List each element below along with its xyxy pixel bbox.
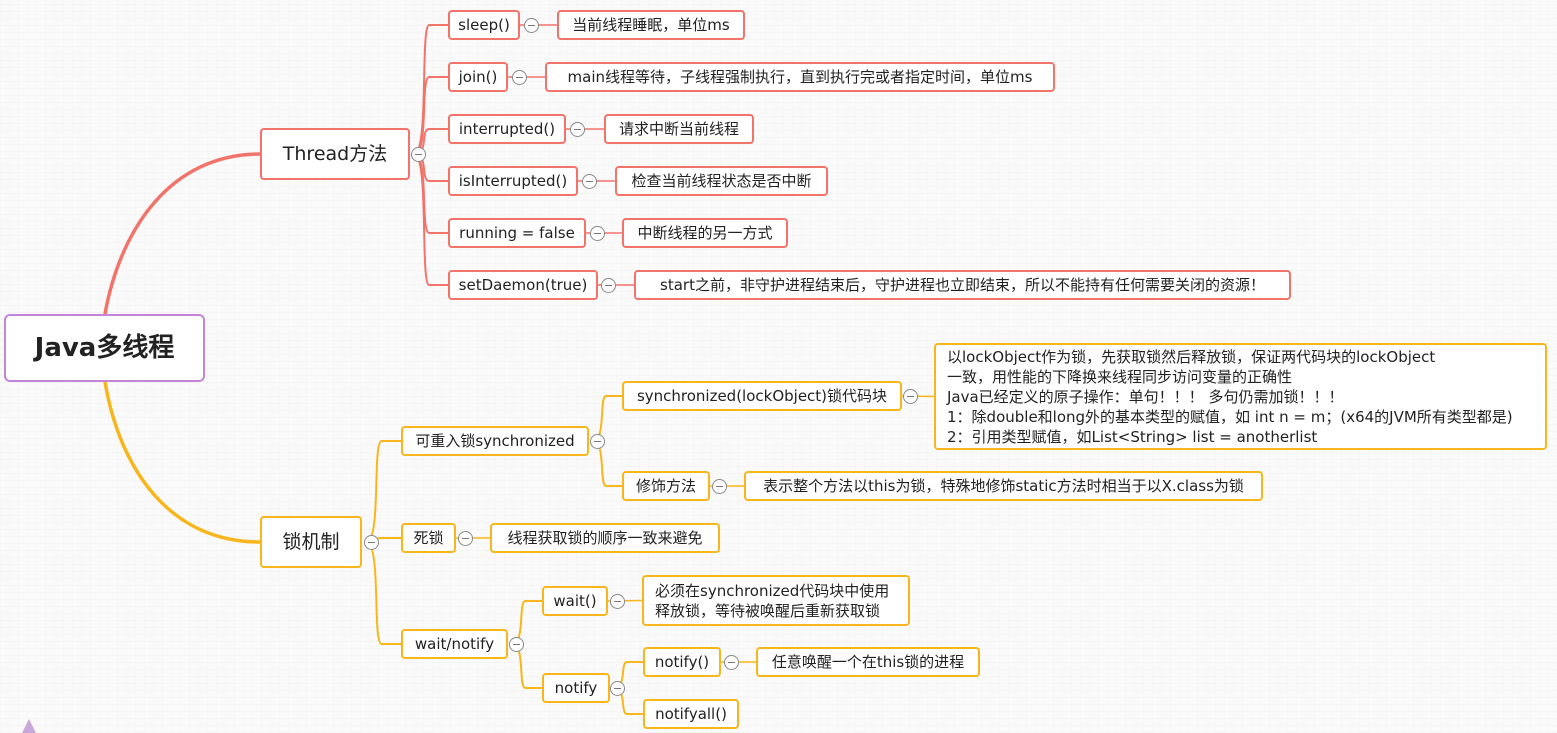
topic-setdaemon[interactable]: setDaemon(true): [448, 270, 598, 300]
topic-lock-mechanism[interactable]: 锁机制: [260, 516, 362, 568]
collapse-isinterrupted-icon[interactable]: [582, 174, 597, 189]
branch-line-thread-method: [413, 153, 449, 286]
collapse-interrupted-icon[interactable]: [570, 122, 585, 137]
topic-deadlock[interactable]: 死锁: [401, 523, 456, 553]
note-notify-one[interactable]: 任意唤醒一个在this锁的进程: [756, 647, 980, 677]
branch-line-root-thread: [103, 152, 262, 316]
root-topic[interactable]: Java多线程: [4, 314, 205, 382]
mind-map-canvas: Java多线程 Thread方法 sleep() 当前线程睡眠，单位ms joi…: [0, 0, 1557, 733]
note-deadlock[interactable]: 线程获取锁的顺序一致来避免: [490, 523, 720, 553]
topic-isinterrupted[interactable]: isInterrupted(): [448, 166, 578, 196]
note-join[interactable]: main线程等待，子线程强制执行，直到执行完或者指定时间，单位ms: [545, 62, 1055, 92]
note-synchronized-block[interactable]: 以lockObject作为锁，先获取锁然后释放锁，保证两代码块的lockObje…: [934, 343, 1547, 450]
topic-wait-notify[interactable]: wait/notify: [401, 629, 508, 659]
collapse-setdaemon-icon[interactable]: [601, 278, 616, 293]
collapse-modify-method-icon[interactable]: [712, 479, 727, 494]
note-setdaemon[interactable]: start之前，非守护进程结束后，守护进程也立即结束，所以不能持有任何需要关闭的…: [634, 270, 1291, 300]
topic-thread-methods[interactable]: Thread方法: [260, 128, 410, 180]
topic-notify-all[interactable]: notifyall(): [643, 699, 739, 729]
topic-notify-one[interactable]: notify(): [643, 647, 721, 677]
topic-sleep[interactable]: sleep(): [448, 10, 520, 40]
branch-line-thread-method: [413, 24, 449, 155]
note-isinterrupted[interactable]: 检查当前线程状态是否中断: [615, 166, 828, 196]
collapse-reentrant-lock-icon[interactable]: [590, 434, 605, 449]
corner-marker-icon: [22, 719, 36, 733]
collapse-sleep-icon[interactable]: [524, 18, 539, 33]
note-running-false[interactable]: 中断线程的另一方式: [622, 218, 788, 248]
collapse-synchronized-block-icon[interactable]: [903, 389, 918, 404]
collapse-running-false-icon[interactable]: [590, 226, 605, 241]
collapse-thread-methods-icon[interactable]: [411, 147, 426, 162]
collapse-deadlock-icon[interactable]: [458, 531, 473, 546]
topic-join[interactable]: join(): [448, 62, 508, 92]
branch-line-thread-method: [413, 153, 449, 234]
branch-line-root-lock: [103, 380, 262, 544]
collapse-wait-icon[interactable]: [610, 594, 625, 609]
topic-modify-method[interactable]: 修饰方法: [622, 471, 710, 501]
note-wait[interactable]: 必须在synchronized代码块中使用 释放锁，等待被唤醒后重新获取锁: [642, 575, 910, 626]
topic-notify[interactable]: notify: [542, 673, 610, 703]
branch-line-thread-method: [413, 76, 449, 155]
collapse-wait-notify-icon[interactable]: [509, 637, 524, 652]
note-interrupted[interactable]: 请求中断当前线程: [604, 114, 754, 144]
topic-running-false[interactable]: running = false: [448, 218, 586, 248]
branch-line-lock-waitnotify: [365, 541, 402, 645]
note-modify-method[interactable]: 表示整个方法以this为锁，特殊地修饰static方法时相当于以X.class为…: [744, 471, 1263, 501]
topic-synchronized-block[interactable]: synchronized(lockObject)锁代码块: [622, 381, 902, 411]
collapse-join-icon[interactable]: [512, 70, 527, 85]
note-sleep[interactable]: 当前线程睡眠，单位ms: [557, 10, 745, 40]
topic-interrupted[interactable]: interrupted(): [448, 114, 566, 144]
collapse-notify-icon[interactable]: [610, 681, 625, 696]
collapse-lock-mechanism-icon[interactable]: [364, 535, 379, 550]
branch-line-lock-reentrant: [365, 440, 402, 543]
topic-wait[interactable]: wait(): [542, 586, 608, 616]
topic-reentrant-lock[interactable]: 可重入锁synchronized: [401, 426, 589, 456]
collapse-notify-one-icon[interactable]: [724, 655, 739, 670]
